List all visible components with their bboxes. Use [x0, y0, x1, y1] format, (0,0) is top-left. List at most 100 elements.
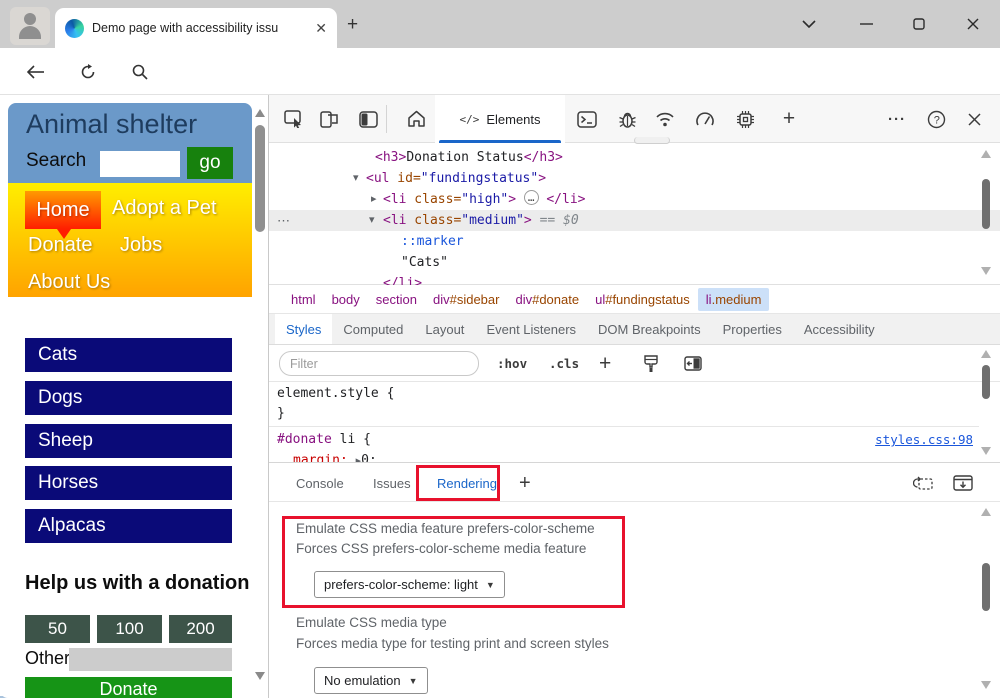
- tree-row-ul[interactable]: ▾ <ul id="fundingstatus">: [269, 168, 979, 189]
- scroll-up-icon[interactable]: [981, 508, 991, 516]
- scroll-up-icon[interactable]: [981, 350, 991, 358]
- animal-link-horses[interactable]: Horses: [25, 466, 232, 500]
- close-devtools-icon[interactable]: [957, 95, 991, 143]
- nav-adopt-link[interactable]: Adopt a Pet: [112, 197, 217, 220]
- tab-computed[interactable]: Computed: [332, 314, 414, 344]
- nav-about-link[interactable]: About Us: [28, 271, 110, 294]
- margin-property[interactable]: margin: ▸0;: [293, 453, 377, 462]
- tree-row-h3[interactable]: <h3>Donation Status</h3>: [269, 147, 979, 168]
- new-tab-button[interactable]: +: [347, 14, 358, 36]
- tab-event-listeners[interactable]: Event Listeners: [475, 314, 587, 344]
- page-scrollbar-thumb[interactable]: [255, 125, 265, 232]
- tree-row-text[interactable]: "Cats": [269, 252, 979, 273]
- tab-issues[interactable]: Issues: [373, 463, 411, 503]
- tab-console[interactable]: Console: [296, 463, 344, 503]
- back-button[interactable]: [18, 48, 54, 95]
- tab-layout[interactable]: Layout: [414, 314, 475, 344]
- donate-li-rule[interactable]: #donate li {: [277, 432, 371, 447]
- console-tool-icon[interactable]: [570, 95, 604, 143]
- element-state-brush-icon[interactable]: [643, 345, 659, 382]
- scroll-down-icon[interactable]: [255, 672, 265, 680]
- drawer-scrollbar-thumb[interactable]: [982, 563, 990, 611]
- tab-dom-breakpoints[interactable]: DOM Breakpoints: [587, 314, 712, 344]
- tab-accessibility[interactable]: Accessibility: [793, 314, 886, 344]
- scroll-down-icon[interactable]: [981, 681, 991, 689]
- amount-100-button[interactable]: 100: [97, 615, 162, 643]
- prefers-color-scheme-select[interactable]: prefers-color-scheme: light ▼: [314, 571, 505, 598]
- expand-open-icon[interactable]: ▾: [369, 210, 375, 231]
- collapse-drawer-icon[interactable]: [953, 463, 973, 503]
- activity-bar-icon[interactable]: [351, 95, 385, 143]
- tab-close-icon[interactable]: ✕: [315, 21, 327, 35]
- tree-row-marker[interactable]: ::marker: [269, 231, 979, 252]
- donate-button[interactable]: Donate: [25, 677, 232, 698]
- styles-scrollbar-thumb[interactable]: [982, 365, 990, 399]
- animal-link-cats[interactable]: Cats: [25, 338, 232, 372]
- nav-home-link[interactable]: Home: [25, 191, 101, 239]
- scroll-down-icon[interactable]: [981, 267, 991, 275]
- minimize-button[interactable]: [843, 0, 889, 48]
- debugger-bug-icon[interactable]: [610, 95, 644, 143]
- inspect-element-icon[interactable]: [277, 95, 311, 143]
- amount-200-button[interactable]: 200: [169, 615, 232, 643]
- help-icon[interactable]: ?: [919, 95, 953, 143]
- media-type-select[interactable]: No emulation ▼: [314, 667, 428, 694]
- nav-jobs-link[interactable]: Jobs: [120, 234, 162, 257]
- go-button[interactable]: go: [187, 147, 233, 179]
- cls-toggle[interactable]: .cls: [549, 345, 579, 382]
- tree-scrollbar-thumb[interactable]: [982, 179, 990, 229]
- network-wifi-icon[interactable]: [648, 95, 682, 143]
- page-scrollbar[interactable]: [252, 95, 268, 698]
- tree-row-li-medium-selected[interactable]: ⋯ ▾ <li class="medium"> == $0: [269, 210, 1000, 231]
- stylesheet-link[interactable]: styles.css:98: [875, 432, 973, 447]
- computed-sidebar-toggle-icon[interactable]: [684, 345, 702, 382]
- tab-rendering[interactable]: Rendering: [437, 463, 497, 503]
- new-style-rule-plus-icon[interactable]: +: [599, 345, 611, 382]
- profile-button[interactable]: [10, 7, 50, 45]
- scroll-up-icon[interactable]: [255, 109, 265, 117]
- search-input[interactable]: [100, 151, 180, 177]
- crumb-section[interactable]: section: [368, 288, 425, 311]
- scroll-up-icon[interactable]: [981, 150, 991, 158]
- tab-properties[interactable]: Properties: [712, 314, 793, 344]
- other-amount-input[interactable]: [69, 648, 232, 671]
- nav-donate-link[interactable]: Donate: [28, 234, 93, 257]
- crumb-div-donate[interactable]: div#donate: [507, 288, 587, 311]
- tab-styles[interactable]: Styles: [275, 314, 333, 344]
- animal-link-dogs[interactable]: Dogs: [25, 381, 232, 415]
- expand-closed-icon[interactable]: ▸: [371, 189, 377, 210]
- crumb-div-sidebar[interactable]: div#sidebar: [425, 288, 508, 311]
- row-menu-dots-icon[interactable]: ⋯: [277, 210, 291, 231]
- amount-50-button[interactable]: 50: [25, 615, 90, 643]
- crumb-li-medium[interactable]: li.medium: [697, 287, 770, 311]
- expand-open-icon[interactable]: ▾: [353, 168, 359, 189]
- tree-scrollbar[interactable]: [978, 145, 994, 285]
- crumb-body[interactable]: body: [324, 288, 368, 311]
- devtools-menu-icon[interactable]: ···: [880, 95, 914, 143]
- tree-row-li-high[interactable]: ▸ <li class="high"> … </li>: [269, 189, 979, 210]
- inline-expand-icon[interactable]: …: [523, 190, 539, 205]
- hov-toggle[interactable]: :hov: [497, 345, 527, 382]
- device-emulation-icon[interactable]: [313, 95, 347, 143]
- refresh-button[interactable]: [70, 48, 106, 95]
- tab-search-chevron-icon[interactable]: [786, 0, 832, 48]
- browser-tab[interactable]: Demo page with accessibility issu ✕: [55, 8, 337, 48]
- search-icon[interactable]: [122, 48, 158, 95]
- memory-chip-icon[interactable]: [728, 95, 762, 143]
- animal-link-sheep[interactable]: Sheep: [25, 424, 232, 458]
- styles-scrollbar[interactable]: [978, 347, 994, 461]
- drawer-scrollbar[interactable]: [978, 505, 994, 695]
- element-style-rule[interactable]: element.style {: [277, 386, 394, 401]
- crumb-ul-fundingstatus[interactable]: ul#fundingstatus: [587, 288, 698, 311]
- more-tools-plus-icon[interactable]: +: [772, 95, 806, 143]
- home-tool-icon[interactable]: [399, 95, 433, 143]
- crumb-html[interactable]: html: [283, 288, 324, 311]
- performance-gauge-icon[interactable]: [688, 95, 722, 143]
- styles-filter-input[interactable]: [279, 351, 479, 376]
- scroll-down-icon[interactable]: [981, 447, 991, 455]
- tab-elements[interactable]: </> Elements: [435, 95, 565, 143]
- add-drawer-tab-icon[interactable]: +: [519, 463, 531, 503]
- animal-link-alpacas[interactable]: Alpacas: [25, 509, 232, 543]
- undock-drawer-icon[interactable]: [913, 463, 933, 503]
- maximize-button[interactable]: [896, 0, 942, 48]
